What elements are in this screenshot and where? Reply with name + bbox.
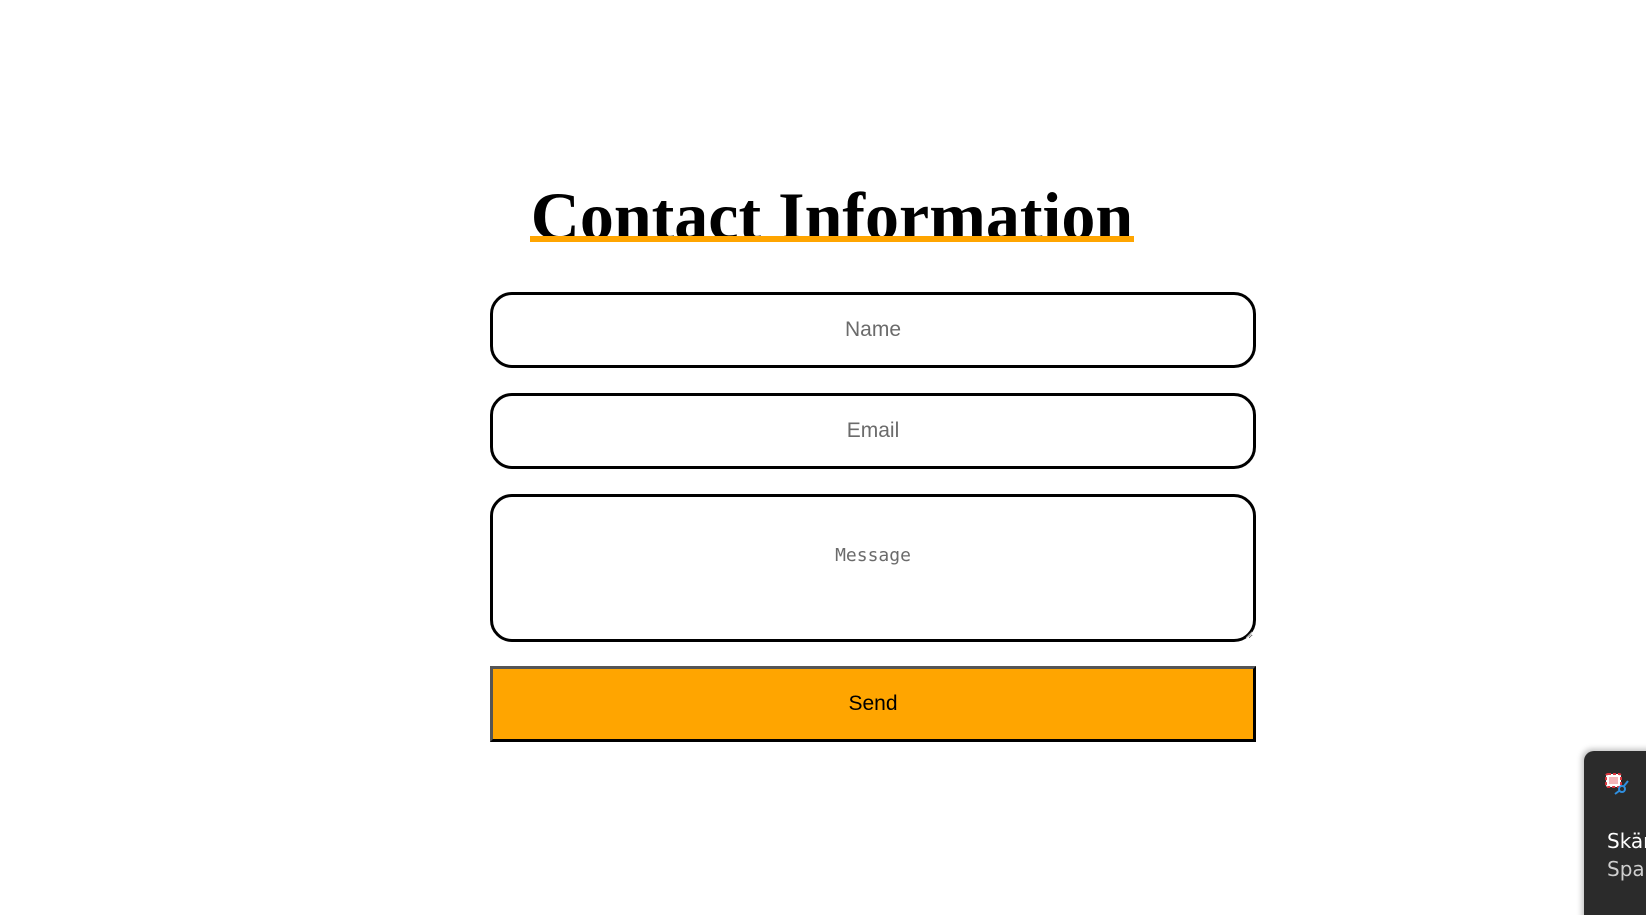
send-button[interactable]: Send [490,666,1256,742]
name-input[interactable] [490,292,1256,368]
page-title: Contact Information [529,178,1134,254]
page-title-wrapper: Contact Information [0,176,1646,256]
message-textarea[interactable] [490,494,1256,642]
snipping-notification[interactable]: Skär Spar [1584,751,1646,915]
email-input[interactable] [490,393,1256,469]
snipping-tool-icon [1605,773,1629,795]
notification-title: Skär [1607,829,1646,853]
notification-subtitle: Spar [1607,857,1646,881]
